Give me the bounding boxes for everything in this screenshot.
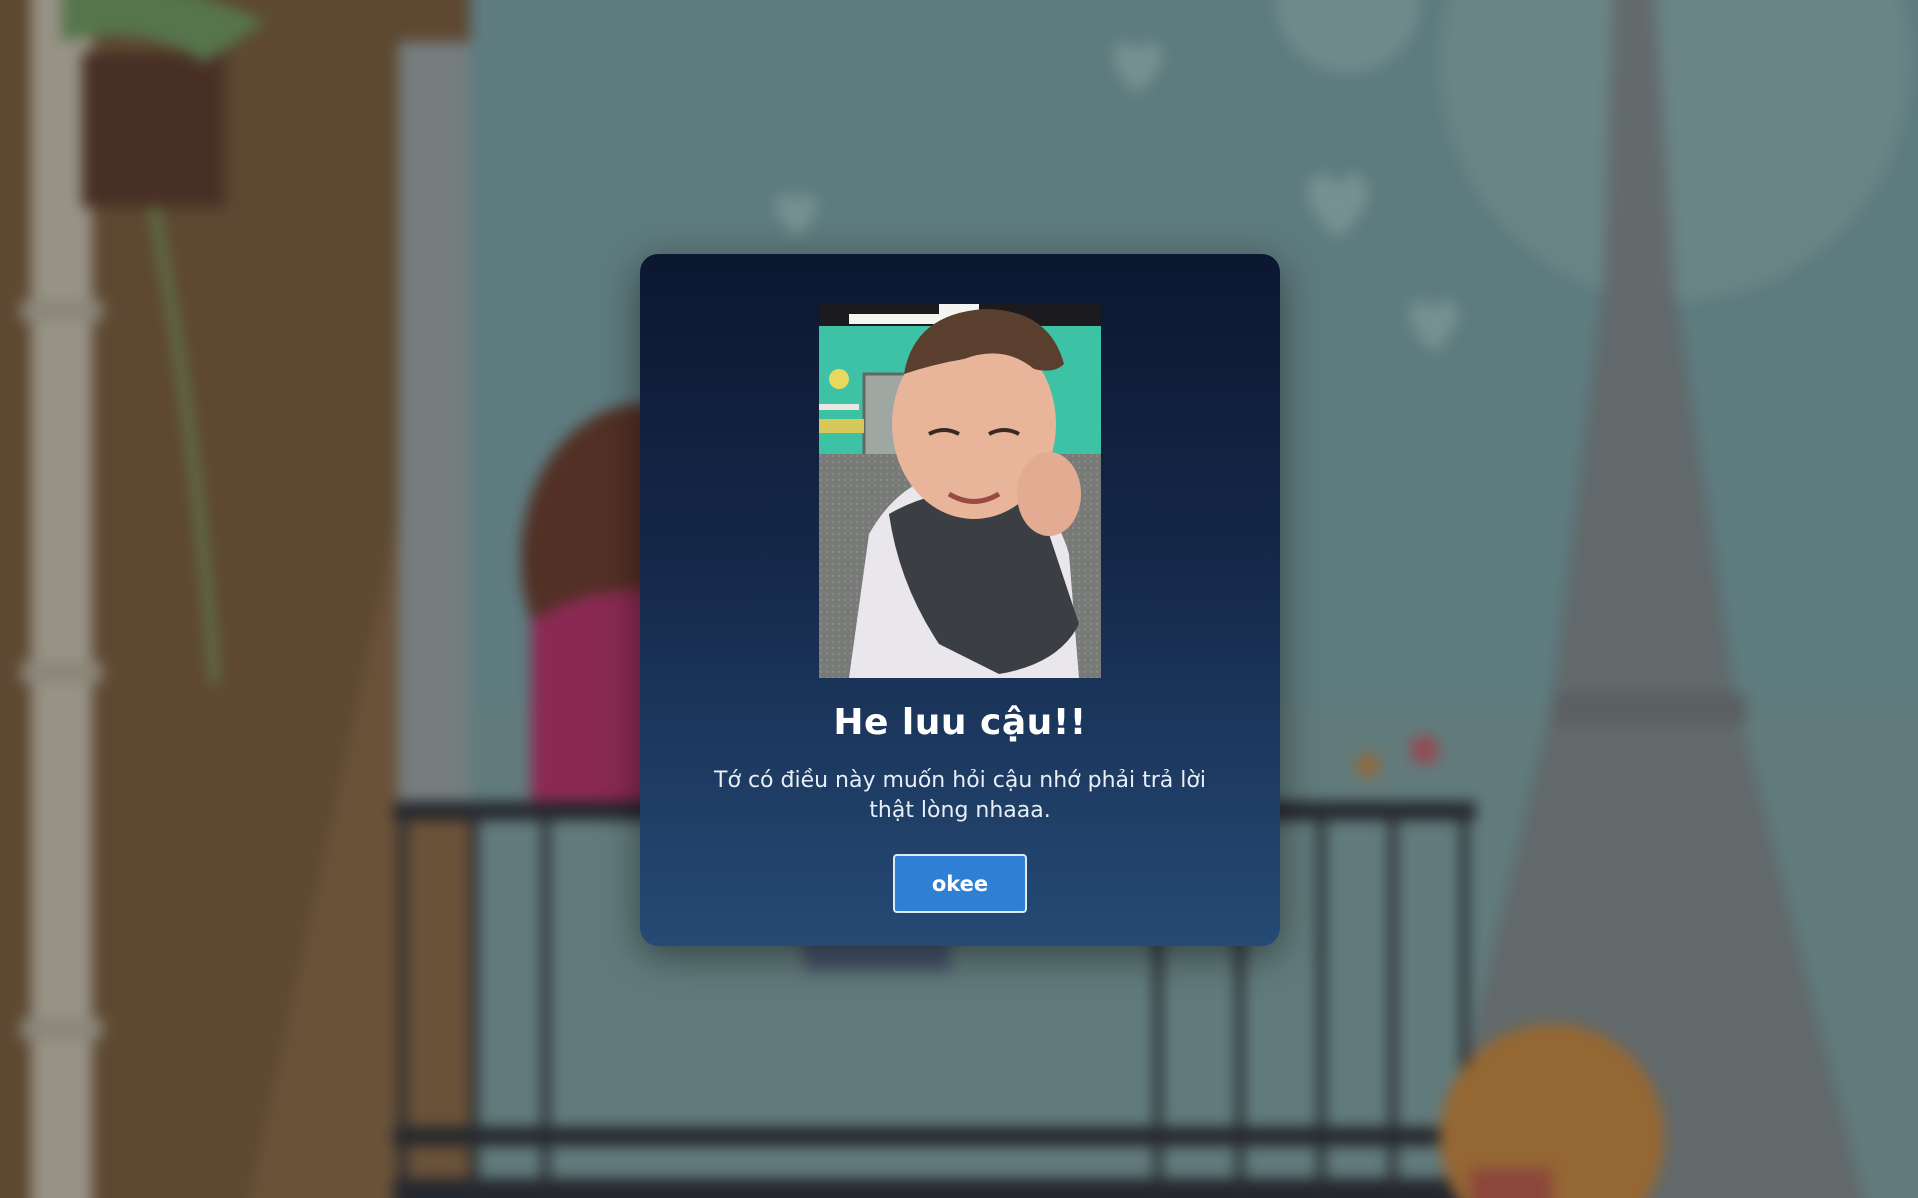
dialog-title: He luu cậu!! xyxy=(833,702,1087,743)
okee-button[interactable]: okee xyxy=(893,854,1027,913)
greeting-dialog: He luu cậu!! Tớ có điều này muốn hỏi cậu… xyxy=(640,254,1280,946)
dialog-photo xyxy=(819,304,1101,678)
dialog-message: Tớ có điều này muốn hỏi cậu nhớ phải trả… xyxy=(714,768,1206,823)
